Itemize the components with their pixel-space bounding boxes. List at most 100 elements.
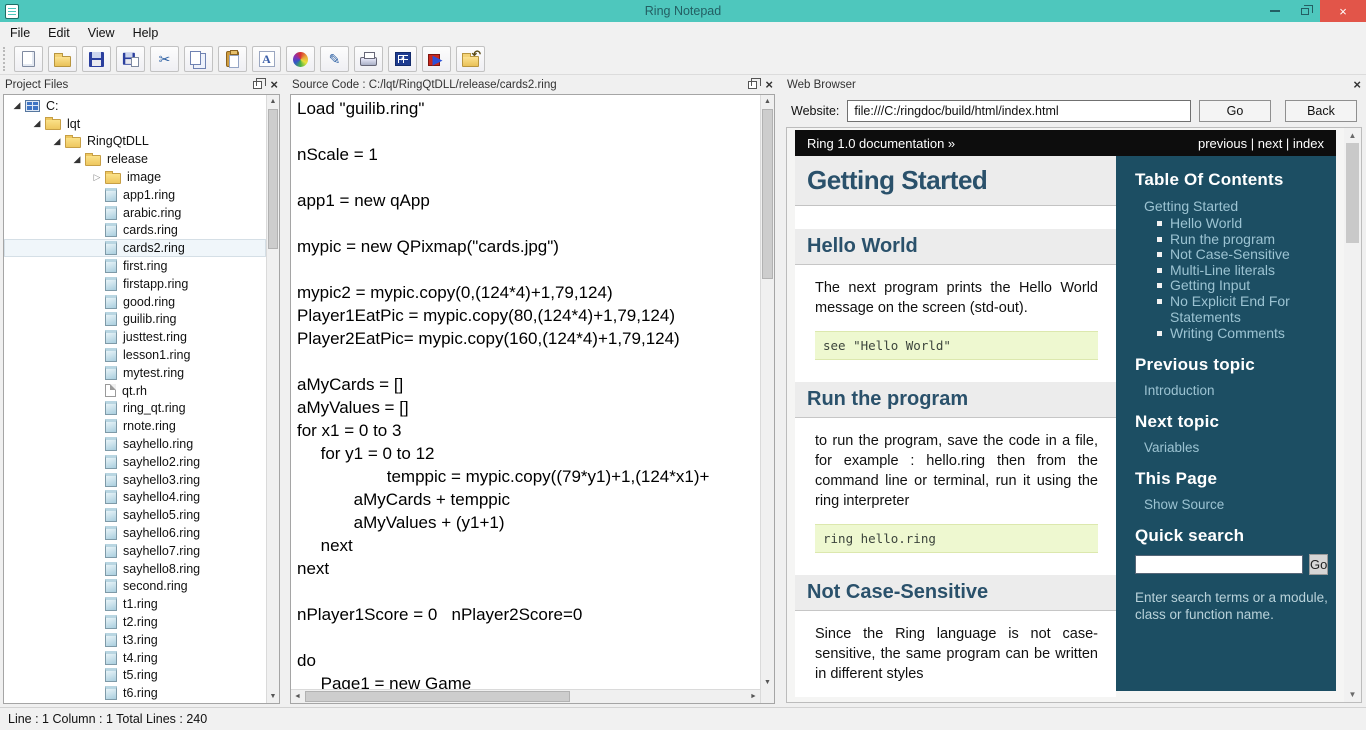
highlighter-button[interactable]: ✎ [320,46,349,72]
tree-row[interactable]: sayhello.ring [4,435,266,453]
tree-row[interactable]: ◢release [4,150,266,168]
back-button[interactable]: Back [1285,100,1357,122]
scroll-up-icon[interactable]: ▲ [267,95,279,108]
scroll-up-icon[interactable]: ▲ [761,95,774,108]
quick-search-input[interactable] [1135,555,1303,574]
tree-row[interactable]: ◢RingQtDLL [4,133,266,151]
tree-row[interactable]: sayhello6.ring [4,524,266,542]
tree-row[interactable]: lesson1.ring [4,346,266,364]
tree-row[interactable]: ring_qt.ring [4,400,266,418]
tree-row[interactable]: second.ring [4,578,266,596]
tree-row[interactable]: ▷image [4,168,266,186]
browser-scrollbar-thumb[interactable] [1346,143,1359,243]
tree-row[interactable]: qt.rh [4,382,266,400]
editor-horizontal-scrollbar[interactable]: ◄ ► [291,689,760,703]
toc-item[interactable]: No Explicit End For Statements [1157,293,1324,326]
close-panel-icon[interactable]: × [270,78,278,91]
expand-arrow-icon[interactable]: ◢ [29,118,45,129]
url-input[interactable] [847,100,1191,122]
run-button[interactable] [422,46,451,72]
revert-folder-button[interactable]: ↶ [456,46,485,72]
tree-row[interactable]: first.ring [4,257,266,275]
toc-item[interactable]: Multi-Line literals [1157,262,1324,279]
tree-row[interactable]: arabic.ring [4,204,266,222]
tree-row[interactable]: guilib.ring [4,311,266,329]
tree-row[interactable]: mytest.ring [4,364,266,382]
tree-row[interactable]: cards2.ring [4,239,266,257]
tree-row[interactable]: app1.ring [4,186,266,204]
next-topic-link[interactable]: Variables [1144,440,1324,455]
close-panel-icon[interactable]: × [1353,78,1361,91]
scroll-up-icon[interactable]: ▲ [1344,128,1361,143]
tree-row[interactable]: t1.ring [4,595,266,613]
tree-row[interactable]: justtest.ring [4,328,266,346]
toc-item[interactable]: Hello World [1157,215,1324,232]
float-panel-icon[interactable] [253,81,262,89]
expand-arrow-icon[interactable]: ▷ [89,172,105,183]
tree-row[interactable]: firstapp.ring [4,275,266,293]
expand-arrow-icon[interactable]: ◢ [69,154,85,165]
float-panel-icon[interactable] [748,81,757,89]
tree-row[interactable]: cards.ring [4,222,266,240]
quick-search-go-button[interactable]: Go [1309,554,1328,575]
tree-row[interactable]: t6.ring [4,684,266,702]
open-folder-button[interactable] [48,46,77,72]
scroll-down-icon[interactable]: ▼ [267,690,279,703]
tree-scrollbar[interactable]: ▲ ▼ [266,95,279,703]
tree-row[interactable]: rnote.ring [4,417,266,435]
toolbar-grip[interactable] [3,47,8,71]
tree-row[interactable]: t3.ring [4,631,266,649]
tree-row[interactable]: sayhello4.ring [4,489,266,507]
code-editor[interactable]: Load "guilib.ring" nScale = 1 app1 = new… [291,95,760,689]
tree-row[interactable]: ◢C: [4,97,266,115]
tree-row[interactable]: sayhello3.ring [4,471,266,489]
browser-scrollbar[interactable]: ▲ ▼ [1344,128,1361,702]
new-file-button[interactable] [14,46,43,72]
paste-button[interactable] [218,46,247,72]
save-as-button[interactable] [116,46,145,72]
font-button[interactable]: A [252,46,281,72]
menu-item-edit[interactable]: Edit [39,22,79,44]
tree-scrollbar-thumb[interactable] [268,109,278,249]
save-button[interactable] [82,46,111,72]
show-source-link[interactable]: Show Source [1144,497,1324,512]
expand-arrow-icon[interactable]: ◢ [9,100,25,111]
doc-breadcrumb[interactable]: Ring 1.0 documentation » [807,136,955,151]
toc-item[interactable]: Not Case-Sensitive [1157,246,1324,263]
previous-topic-link[interactable]: Introduction [1144,383,1324,398]
menu-item-view[interactable]: View [79,22,124,44]
scroll-right-icon[interactable]: ► [747,690,760,703]
go-button[interactable]: Go [1199,100,1271,122]
tree-row[interactable]: sayhello8.ring [4,560,266,578]
cut-button[interactable]: ✂ [150,46,179,72]
color-picker-button[interactable] [286,46,315,72]
tree-row[interactable]: t4.ring [4,649,266,667]
nav-link-next[interactable]: next [1258,136,1283,151]
tree-row[interactable]: good.ring [4,293,266,311]
print-button[interactable] [354,46,383,72]
tree-row[interactable]: sayhello5.ring [4,506,266,524]
toc-item[interactable]: Writing Comments [1157,325,1324,342]
editor-vertical-scrollbar[interactable]: ▲ ▼ [760,95,774,703]
nav-link-previous[interactable]: previous [1198,136,1247,151]
toc-item[interactable]: Run the program [1157,231,1324,248]
scroll-down-icon[interactable]: ▼ [1344,687,1361,702]
scroll-left-icon[interactable]: ◄ [291,690,304,703]
toc-item[interactable]: Getting Input [1157,277,1324,294]
tree-row[interactable]: ◢lqt [4,115,266,133]
nav-link-index[interactable]: index [1293,136,1324,151]
copy-button[interactable] [184,46,213,72]
editor-vscrollbar-thumb[interactable] [762,109,773,279]
tree-row[interactable]: sayhello2.ring [4,453,266,471]
tree-row[interactable]: t5.ring [4,667,266,685]
table-button[interactable] [388,46,417,72]
scroll-down-icon[interactable]: ▼ [761,676,774,689]
menu-item-file[interactable]: File [0,22,39,44]
tree-row[interactable]: t2.ring [4,613,266,631]
expand-arrow-icon[interactable]: ◢ [49,136,65,147]
editor-hscrollbar-thumb[interactable] [305,691,570,702]
menu-item-help[interactable]: Help [124,22,168,44]
toc-root-link[interactable]: Getting Started [1144,198,1324,214]
tree-row[interactable]: sayhello7.ring [4,542,266,560]
close-panel-icon[interactable]: × [765,78,773,91]
